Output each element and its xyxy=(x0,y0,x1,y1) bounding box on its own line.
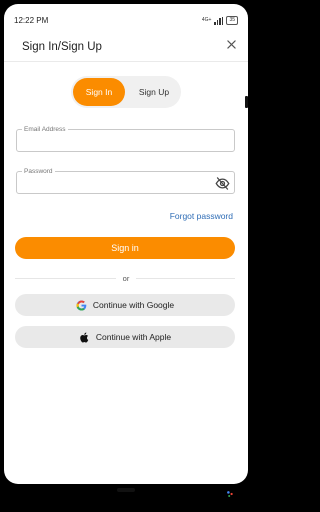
password-field[interactable]: Password xyxy=(16,167,235,194)
signal-icon xyxy=(214,16,224,25)
status-indicators: 4G+ 35 xyxy=(202,16,238,25)
home-indicator[interactable] xyxy=(117,488,135,492)
network-indicator: 4G+ xyxy=(201,17,212,23)
apple-sign-in-button[interactable]: Continue with Apple xyxy=(15,326,235,348)
apple-icon xyxy=(79,332,90,343)
status-time: 12:22 PM xyxy=(14,16,49,25)
forgot-password-link[interactable]: Forgot password xyxy=(170,211,233,221)
tab-sign-in[interactable]: Sign In xyxy=(73,78,125,106)
apple-button-label: Continue with Apple xyxy=(95,332,172,342)
page-title: Sign In/Sign Up xyxy=(22,41,102,53)
google-sign-in-button[interactable]: Continue with Google xyxy=(15,294,235,316)
divider-text: or xyxy=(116,274,136,283)
email-field[interactable]: Email Address xyxy=(16,125,235,152)
edge-marker xyxy=(245,96,248,108)
assistant-icon xyxy=(227,491,233,498)
email-input[interactable] xyxy=(17,130,234,151)
eye-off-icon xyxy=(215,177,230,190)
close-button[interactable] xyxy=(224,37,238,51)
close-icon xyxy=(226,39,236,49)
password-input[interactable] xyxy=(17,172,234,193)
phone-frame: 12:22 PM 4G+ 35 Sign In/Sign Up Sign In … xyxy=(0,0,252,512)
dialog-header: Sign In/Sign Up xyxy=(4,28,248,62)
google-icon xyxy=(76,299,87,311)
sign-in-button[interactable]: Sign in xyxy=(15,237,235,259)
battery-icon: 35 xyxy=(226,16,238,25)
tab-sign-up[interactable]: Sign Up xyxy=(129,78,179,106)
status-bar: 12:22 PM 4G+ 35 xyxy=(4,4,248,28)
app-screen: 12:22 PM 4G+ 35 Sign In/Sign Up Sign In … xyxy=(4,4,248,484)
google-button-label: Continue with Google xyxy=(92,300,175,310)
toggle-password-button[interactable] xyxy=(215,176,230,191)
auth-tabs: Sign In Sign Up xyxy=(71,76,181,108)
